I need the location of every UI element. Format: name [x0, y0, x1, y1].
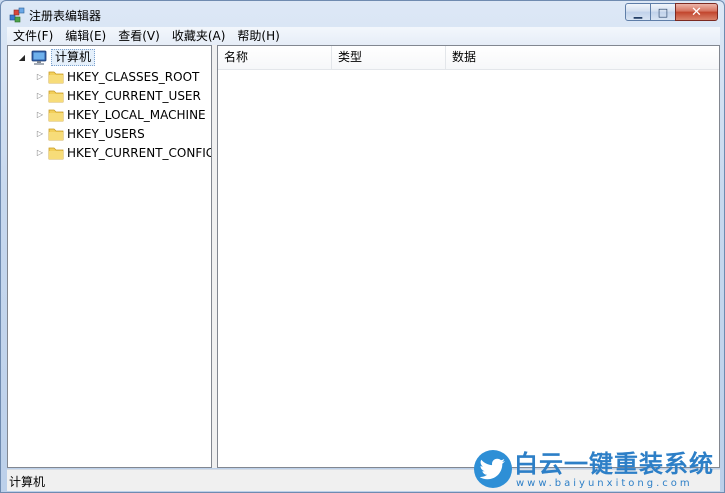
folder-icon — [48, 128, 64, 141]
client-area: ◢ 计算机 ▷ HKEY_CLASSES_ROOT ▷ HKEY_CURRENT… — [7, 45, 720, 468]
status-path: 计算机 — [9, 475, 46, 489]
registry-editor-icon — [9, 7, 25, 23]
tree-item-label[interactable]: HKEY_USERS — [67, 127, 145, 141]
folder-icon — [48, 71, 64, 84]
caption-buttons: ▁ □ ✕ — [625, 3, 718, 22]
tree-item-hkey-users[interactable]: ▷ HKEY_USERS — [34, 124, 145, 143]
tree-item-hkey-current-user[interactable]: ▷ HKEY_CURRENT_USER — [34, 86, 201, 105]
close-icon: ✕ — [691, 4, 702, 20]
tree-item-label[interactable]: HKEY_LOCAL_MACHINE — [67, 108, 206, 122]
tree-item-hkey-classes-root[interactable]: ▷ HKEY_CLASSES_ROOT — [34, 67, 199, 86]
values-list-pane[interactable]: 名称 类型 数据 — [217, 45, 720, 468]
expand-arrow-icon[interactable]: ▷ — [34, 90, 46, 102]
minimize-button[interactable]: ▁ — [625, 3, 651, 21]
registry-editor-window: 注册表编辑器 ▁ □ ✕ 文件(F) 编辑(E) 查看(V) 收藏夹(A) 帮助… — [0, 0, 725, 493]
column-name[interactable]: 名称 — [218, 46, 332, 69]
tree-item-label[interactable]: HKEY_CURRENT_USER — [67, 89, 201, 103]
watermark-url: www.baiyunxitong.com — [516, 478, 693, 489]
menu-help[interactable]: 帮助(H) — [231, 27, 285, 45]
bird-logo-icon — [474, 450, 512, 488]
menu-edit[interactable]: 编辑(E) — [59, 27, 112, 45]
column-header: 名称 类型 数据 — [218, 46, 719, 70]
tree-root-label[interactable]: 计算机 — [51, 49, 96, 66]
twitter-bird-icon — [480, 458, 505, 480]
collapse-arrow-icon[interactable]: ◢ — [16, 52, 28, 64]
computer-icon — [31, 50, 47, 65]
column-data[interactable]: 数据 — [446, 46, 719, 69]
folder-icon — [48, 147, 64, 160]
maximize-button[interactable]: □ — [650, 3, 676, 21]
expand-arrow-icon[interactable]: ▷ — [34, 71, 46, 83]
maximize-icon: □ — [657, 5, 669, 19]
folder-icon — [48, 90, 64, 103]
window-title: 注册表编辑器 — [29, 9, 102, 23]
menu-view[interactable]: 查看(V) — [112, 27, 166, 45]
column-type[interactable]: 类型 — [332, 46, 446, 69]
expand-arrow-icon[interactable]: ▷ — [34, 128, 46, 140]
folder-icon — [48, 109, 64, 122]
minimize-icon: ▁ — [633, 5, 643, 19]
title-bar[interactable]: 注册表编辑器 ▁ □ ✕ — [1, 1, 724, 27]
tree-item-hkey-current-config[interactable]: ▷ HKEY_CURRENT_CONFIG — [34, 143, 211, 162]
tree-root-row[interactable]: ◢ 计算机 — [16, 48, 96, 67]
watermark: 白云一键重装系统 www.baiyunxitong.com — [470, 450, 720, 490]
tree-item-label[interactable]: HKEY_CLASSES_ROOT — [67, 70, 199, 84]
menu-bar: 文件(F) 编辑(E) 查看(V) 收藏夹(A) 帮助(H) — [7, 27, 720, 45]
tree-item-label[interactable]: HKEY_CURRENT_CONFIG — [67, 146, 211, 160]
key-tree-pane[interactable]: ◢ 计算机 ▷ HKEY_CLASSES_ROOT ▷ HKEY_CURRENT… — [7, 45, 212, 468]
tree-item-hkey-local-machine[interactable]: ▷ HKEY_LOCAL_MACHINE — [34, 105, 206, 124]
watermark-title: 白云一键重装系统 — [514, 450, 714, 478]
menu-favorites[interactable]: 收藏夹(A) — [166, 27, 232, 45]
expand-arrow-icon[interactable]: ▷ — [34, 109, 46, 121]
menu-file[interactable]: 文件(F) — [7, 27, 59, 45]
expand-arrow-icon[interactable]: ▷ — [34, 147, 46, 159]
close-button[interactable]: ✕ — [675, 3, 718, 21]
